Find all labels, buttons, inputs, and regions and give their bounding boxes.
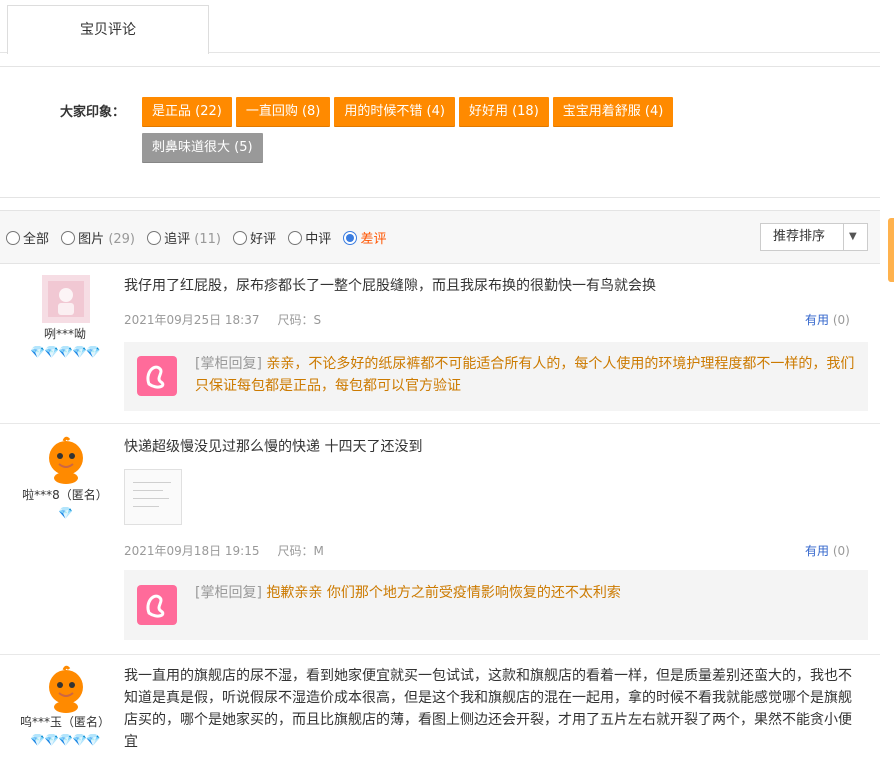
useful-button[interactable]: 有用 (0) [805, 542, 850, 559]
sort-label: 推荐排序 [773, 229, 826, 244]
impression-tag[interactable]: 一直回购 (8) [235, 97, 331, 127]
useful-label: 有用 [805, 544, 830, 558]
review-date: 2021年09月25日 18:37 [124, 313, 260, 327]
filter-label: 中评 [305, 232, 332, 247]
filter-all[interactable]: 全部 [6, 228, 49, 247]
radio-icon [147, 231, 162, 245]
impression-tag[interactable]: 用的时候不错 (4) [334, 97, 455, 127]
impression-tag[interactable]: 是正品 (22) [142, 97, 232, 127]
diamond-icon: 💎💎💎💎💎 [30, 345, 101, 359]
filter-count: (11) [194, 232, 221, 247]
username: 啦***8（匿名） [22, 488, 108, 502]
side-tab[interactable] [888, 218, 894, 282]
username: 咧***呦 [43, 327, 86, 341]
filter-label: 全部 [23, 232, 50, 247]
filter-neutral[interactable]: 中评 [288, 228, 331, 247]
thumbnail-line [133, 482, 171, 483]
avatar [42, 436, 90, 484]
diamond-icon: 💎 [58, 506, 73, 520]
radio-icon [6, 231, 20, 245]
reply-text: [掌柜回复] 亲亲，不论多好的纸尿裤都不可能适合所有人的，每个人使用的环境护理程… [195, 353, 858, 397]
reply-body: 抱歉亲亲 你们那个地方之前受疫情影响恢复的还不太利索 [266, 585, 621, 601]
avatar [42, 275, 90, 323]
review-size: 尺码：S [277, 313, 322, 327]
impressions-label: 大家印象： [60, 105, 126, 120]
review-meta: 2021年09月25日 18:37 尺码：S [124, 311, 321, 328]
impression-tag[interactable]: 宝宝用着舒服 (4) [552, 97, 674, 127]
impression-tags: 是正品 (22) 一直回购 (8) 用的时候不错 (4) 好好用 (18) 宝宝用着舒服… [142, 97, 782, 169]
filter-label: 差评 [360, 232, 387, 247]
review-meta: 2021年09月18日 19:15 尺码：M [124, 542, 324, 559]
right-edge [880, 0, 894, 768]
review-item: 咧***呦 💎💎💎💎💎 我仔用了红屁股，尿布疹都长了一整个屁股缝隙，而且我尿布换… [0, 263, 880, 424]
review-text: 快递超级慢没见过那么慢的快递 十四天了还没到 [124, 439, 423, 455]
impressions-panel: 大家印象： 是正品 (22) 一直回购 (8) 用的时候不错 (4) 好好用 (18)… [0, 66, 881, 198]
radio-selected-icon [343, 231, 358, 245]
tab-reviews[interactable]: 宝贝评论 [7, 5, 209, 54]
review-item: 呜***玉（匿名） 💎💎💎💎💎 我一直用的旗舰店的尿不湿，看到她家便宜就买一包试… [0, 655, 880, 768]
shop-logo-icon [137, 356, 177, 396]
diamond-icon: 💎💎💎💎💎 [30, 733, 101, 747]
avatar [42, 665, 90, 713]
useful-count: (0) [832, 313, 850, 327]
shop-logo-icon [137, 585, 177, 625]
filter-count: (29) [108, 232, 135, 247]
reply-prefix: [掌柜回复] [195, 585, 262, 601]
useful-label: 有用 [805, 313, 830, 327]
reply-body: 亲亲，不论多好的纸尿裤都不可能适合所有人的，每个人使用的环境护理程度都不一样的，… [195, 356, 855, 394]
filter-label: 追评 [164, 232, 191, 247]
caret-down-icon[interactable]: ▼ [849, 224, 857, 250]
review-text: 我仔用了红屁股，尿布疹都长了一整个屁股缝隙，而且我尿布换的很勤快一有鸟就会换 [124, 278, 656, 294]
sort-dropdown[interactable]: 推荐排序 ▼ [760, 223, 868, 251]
username: 呜***玉（匿名） [19, 715, 110, 729]
filter-negative[interactable]: 差评 [343, 228, 386, 247]
radio-icon [233, 231, 248, 245]
filter-followup[interactable]: 追评 (11) [147, 228, 221, 247]
review-size: 尺码：M [277, 544, 324, 558]
impression-tag-negative[interactable]: 刺鼻味道很大 (5) [142, 133, 263, 163]
reply-prefix: [掌柜回复] [195, 356, 262, 372]
useful-button[interactable]: 有用 (0) [805, 311, 850, 328]
review-date: 2021年09月18日 19:15 [124, 544, 260, 558]
tab-bar: 宝贝评论 [0, 0, 880, 54]
filter-positive[interactable]: 好评 [233, 228, 276, 247]
seller-reply: [掌柜回复] 抱歉亲亲 你们那个地方之前受疫情影响恢复的还不太利索 [124, 570, 868, 640]
filter-label: 好评 [250, 232, 277, 247]
filter-bar: 全部 图片 (29) 追评 (11) 好评 中评 差评 推荐排序 ▼ [0, 210, 881, 264]
filter-radios: 全部 图片 (29) 追评 (11) 好评 中评 差评 [6, 228, 394, 247]
radio-icon [61, 231, 76, 245]
divider [843, 224, 844, 250]
useful-count: (0) [832, 544, 850, 558]
impression-tag[interactable]: 好好用 (18) [458, 97, 549, 127]
thumbnail-line [133, 498, 169, 499]
thumbnail-line [133, 506, 159, 507]
seller-reply: [掌柜回复] 亲亲，不论多好的纸尿裤都不可能适合所有人的，每个人使用的环境护理程… [124, 342, 868, 411]
filter-images[interactable]: 图片 (29) [61, 228, 135, 247]
filter-label: 图片 [78, 232, 105, 247]
review-image-thumbnail[interactable] [124, 469, 182, 525]
radio-icon [288, 231, 303, 245]
reply-text: [掌柜回复] 抱歉亲亲 你们那个地方之前受疫情影响恢复的还不太利索 [195, 582, 858, 604]
review-text: 我一直用的旗舰店的尿不湿，看到她家便宜就买一包试试，这款和旗舰店的看着一样，但是… [124, 668, 852, 750]
review-item: 啦***8（匿名） 💎 快递超级慢没见过那么慢的快递 十四天了还没到 2021年… [0, 424, 880, 655]
thumbnail-line [133, 490, 163, 491]
